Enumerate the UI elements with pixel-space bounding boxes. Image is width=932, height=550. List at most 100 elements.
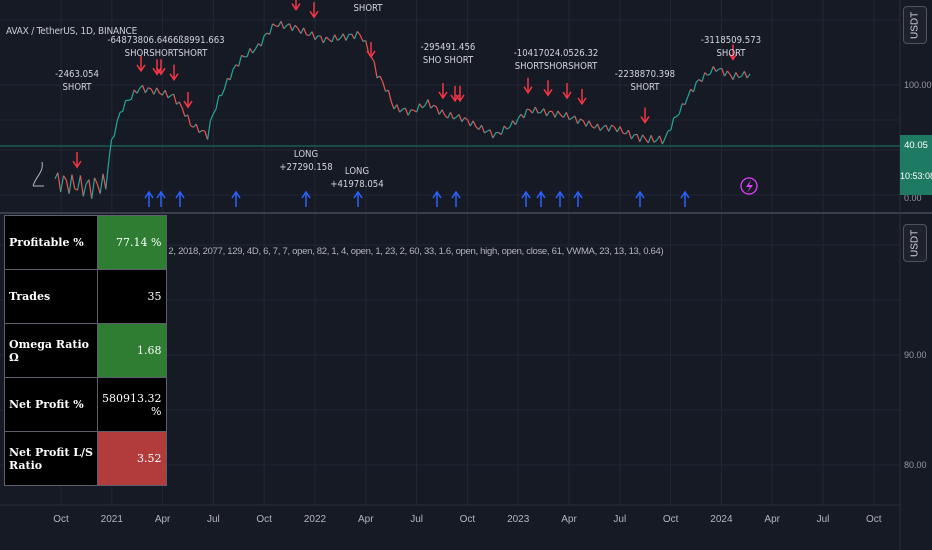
price-segment [77,175,82,191]
price-segment [741,71,745,77]
price-segment [551,111,556,118]
stat-label: Net Profit L/S Ratio [4,431,98,486]
lightning-icon [746,180,753,193]
time-tick-label: Oct [662,514,679,525]
short-signal-label: -64873806.6466ß8991.663 SHORSHORTSHORT [107,35,225,59]
price-segment [695,79,700,83]
price-segment [684,96,689,105]
price-segment [712,66,717,72]
price-segment [427,99,432,109]
short-signal-label: -295491.456 SHO SHORT [420,42,476,66]
price-segment [466,119,471,127]
price-segment [478,124,483,130]
price-segment [563,112,567,118]
stats-table: Profitable % 77.14 % Trades 35 Omega Ratio… [4,215,167,486]
price-segment [331,34,336,43]
price-segment [517,113,522,119]
price-segment [96,183,101,194]
price-segment [659,135,663,145]
price-segment [300,27,305,34]
price-segment [119,110,124,114]
time-tick-label: Jul [816,514,830,525]
price-segment [644,138,649,144]
price-segment [88,179,93,199]
price-segment [534,106,539,114]
price-segment [484,130,488,134]
time-tick-label: Jul [410,514,423,525]
price-segment [133,89,138,94]
currency-button-upper[interactable]: USDT [903,6,927,44]
price-segment [596,123,601,131]
time-tick-label: Apr [154,514,171,525]
price-segment [181,107,186,117]
price-segment [661,137,666,145]
price-segment [325,36,330,41]
time-tick-label: Oct [256,514,272,525]
price-segment [599,126,604,131]
price-segment [269,23,274,35]
price-segment [173,93,178,105]
price-segment [229,69,234,80]
price-segment [500,125,505,135]
price-segment [68,174,73,194]
price-segment [396,104,401,113]
price-segment [71,174,76,190]
price-segment [568,117,573,121]
time-tick-label: Apr [561,514,577,525]
price-segment [148,87,152,90]
price-segment [678,103,683,114]
stat-value: 77.14 % [97,215,167,270]
stat-value: 580913.32 % [97,377,167,432]
price-segment [673,116,677,119]
price-segment [249,48,254,54]
price-segment [255,43,259,49]
time-tick-label: Apr [764,514,780,525]
price-segment [453,116,457,120]
price-segment [613,126,618,133]
price-segment [472,120,477,128]
price-segment [506,126,511,130]
currency-button-lower[interactable]: USDT [903,224,927,262]
price-segment [701,72,706,82]
price-segment [653,139,658,143]
price-segment [320,35,324,44]
time-tick-label: Oct [459,514,476,525]
price-segment [709,66,714,74]
time-tick-label: 2023 [507,514,530,525]
time-tick-label: Apr [358,514,374,525]
price-segment [294,24,299,29]
price-label: 80.00 [904,460,927,470]
drawing-icon [32,161,44,187]
price-segment [190,125,194,128]
price-segment [113,121,118,136]
price-segment [322,36,327,44]
price-segment [531,106,536,114]
price-segment [238,55,243,67]
price-segment [156,87,161,94]
price-segment [272,23,276,27]
price-segment [215,95,220,110]
price-segment [144,87,149,94]
price-segment [178,101,183,109]
stats-row: Omega Ratio Ω 1.68 [4,323,167,378]
price-segment [206,120,211,140]
stats-row: Trades 35 [4,269,167,324]
price-segment [246,48,251,57]
price-segment [735,72,740,78]
price-segment [373,61,378,79]
stat-value: 35 [97,269,167,324]
price-segment [724,70,728,77]
price-segment [128,98,132,101]
stat-label: Net Profit % [4,377,98,432]
price-segment [707,73,711,76]
price-segment [351,33,355,40]
short-signal-label: -2238870.398 SHORT [614,69,676,93]
price-segment [546,111,550,117]
price-label: 90.00 [904,350,927,360]
price-segment [509,120,514,128]
current-price-tag: 40.05 [900,135,932,157]
price-segment [492,132,497,139]
price-segment [62,175,67,181]
price-segment [108,139,113,162]
time-tick-label: Jul [206,514,220,525]
